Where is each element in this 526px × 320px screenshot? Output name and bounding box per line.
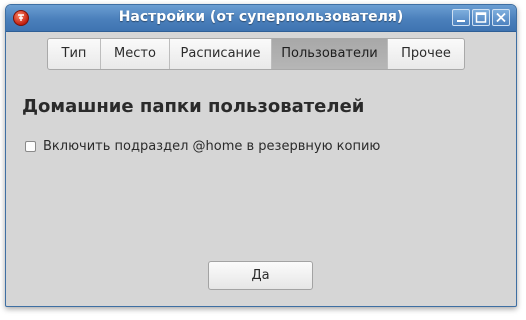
- include-home-checkbox[interactable]: [25, 141, 36, 152]
- include-home-label[interactable]: Включить подраздел @home в резервную коп…: [43, 139, 380, 154]
- window-title: Настройки (от суперпользователя): [118, 9, 404, 25]
- ok-button[interactable]: Да: [208, 261, 313, 290]
- tab-type[interactable]: Тип: [48, 39, 101, 69]
- settings-window: Настройки (от суперпользователя) Тип Мес…: [5, 4, 517, 307]
- close-button[interactable]: [492, 9, 510, 26]
- tab-other[interactable]: Прочее: [388, 39, 464, 69]
- tab-schedule[interactable]: Расписание: [170, 39, 272, 69]
- minimize-button[interactable]: [452, 9, 470, 26]
- tab-location[interactable]: Место: [101, 39, 170, 69]
- minimize-icon: [457, 20, 465, 22]
- maximize-button[interactable]: [472, 9, 490, 26]
- titlebar[interactable]: Настройки (от суперпользователя): [6, 5, 516, 32]
- maximize-icon: [475, 12, 487, 23]
- close-icon: [496, 12, 506, 23]
- tab-bar: Тип Место Расписание Пользователи Прочее: [47, 38, 465, 70]
- tab-users[interactable]: Пользователи: [272, 39, 388, 69]
- section-heading: Домашние папки пользователей: [22, 96, 365, 117]
